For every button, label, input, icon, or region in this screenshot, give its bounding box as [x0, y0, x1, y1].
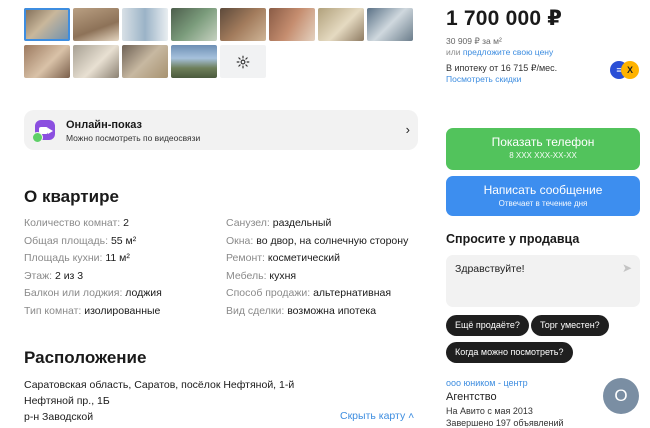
- address: Саратовская область, Саратов, посёлок Не…: [24, 377, 324, 425]
- property-row: Тип комнат: изолированные: [24, 303, 162, 321]
- property-value: альтернативная: [313, 287, 392, 299]
- show-phone-label: Показать телефон: [491, 135, 595, 149]
- phone-mask: 8 XXX XXX-XX-XX: [509, 151, 577, 160]
- property-value: раздельный: [272, 217, 332, 229]
- property-key: Количество комнат:: [24, 217, 124, 229]
- property-row: Вид сделки: возможна ипотека: [226, 303, 408, 321]
- address-line: Саратовская область, Саратов, посёлок Не…: [24, 379, 295, 391]
- property-row: Способ продажи: альтернативная: [226, 285, 408, 303]
- properties-right: Санузел: раздельный Окна: во двор, на со…: [226, 215, 408, 320]
- property-key: Балкон или лоджия:: [24, 287, 126, 299]
- property-value: во двор, на солнечную сторону: [256, 234, 409, 247]
- gallery-more-button[interactable]: [220, 45, 266, 78]
- seller-type: Агентство: [446, 391, 497, 403]
- gear-icon: [236, 55, 250, 68]
- gallery-row: [24, 8, 414, 41]
- about-heading: О квартире: [24, 187, 119, 206]
- quick-question-chip[interactable]: Торг уместен?: [531, 315, 609, 336]
- mortgage-info: В ипотеку от 16 715 ₽/мес.: [446, 63, 558, 73]
- properties-left: Количество комнат: 2 Общая площадь: 55 м…: [24, 215, 162, 320]
- property-value: лоджия: [125, 287, 162, 299]
- response-time: Отвечает в течение дня: [498, 199, 588, 208]
- property-key: Этаж:: [24, 269, 55, 282]
- gallery-thumbnail[interactable]: [24, 45, 70, 78]
- chevron-right-icon: ›: [405, 122, 410, 137]
- property-value: возможна ипотека: [287, 304, 377, 317]
- property-row: Количество комнат: 2: [24, 215, 162, 233]
- write-message-button[interactable]: Написать сообщение Отвечает в течение дн…: [446, 176, 640, 216]
- property-value: 2: [123, 217, 129, 229]
- property-key: Санузел:: [226, 217, 273, 229]
- property-row: Ремонт: косметический: [226, 250, 408, 268]
- district: р-н Заводской: [24, 411, 94, 423]
- property-key: Тип комнат:: [24, 304, 85, 317]
- gallery-thumbnail[interactable]: [122, 8, 168, 41]
- property-value: косметический: [267, 252, 340, 264]
- gallery-thumbnail[interactable]: [171, 8, 217, 41]
- property-row: Окна: во двор, на солнечную сторону: [226, 233, 408, 251]
- bank-logo-right: X: [621, 61, 639, 79]
- ask-seller-text: Здравствуйте!: [455, 263, 525, 275]
- property-row: Мебель: кухня: [226, 268, 408, 286]
- property-row: Общая площадь: 55 м²: [24, 233, 162, 251]
- gallery-thumbnail[interactable]: [24, 8, 70, 41]
- gallery-thumbnail[interactable]: [220, 8, 266, 41]
- property-row: Этаж: 2 из 3: [24, 268, 162, 286]
- property-key: Ремонт:: [226, 252, 268, 264]
- send-icon[interactable]: ➤: [622, 261, 632, 275]
- gallery-thumbnail[interactable]: [269, 8, 315, 41]
- bank-logo: ≡ X: [610, 61, 640, 79]
- show-phone-button[interactable]: Показать телефон 8 XXX XXX-XX-XX: [446, 128, 640, 170]
- price: 1 700 000 ₽: [446, 7, 563, 30]
- offer-prefix: или: [446, 47, 463, 57]
- location-heading: Расположение: [24, 348, 147, 367]
- gallery-thumbnail[interactable]: [318, 8, 364, 41]
- property-key: Вид сделки:: [226, 304, 288, 317]
- hide-map-link[interactable]: Скрыть карту ˄: [340, 410, 414, 422]
- property-value: 55 м²: [110, 234, 137, 247]
- gallery-row: [24, 45, 414, 78]
- ask-seller-input[interactable]: Здравствуйте! ➤: [446, 255, 640, 307]
- gallery-thumbnail[interactable]: [367, 8, 413, 41]
- gallery-thumbnail[interactable]: [122, 45, 168, 78]
- property-row: Санузел: раздельный: [226, 215, 408, 233]
- price-per-meter: 30 909 ₽ за м²: [446, 36, 502, 46]
- property-key: Общая площадь:: [24, 234, 111, 247]
- quick-question-chip[interactable]: Когда можно посмотреть?: [446, 342, 573, 363]
- write-message-label: Написать сообщение: [483, 183, 603, 197]
- quick-question-chip[interactable]: Ещё продаёте?: [446, 315, 529, 336]
- property-row: Балкон или лоджия: лоджия: [24, 285, 162, 303]
- seller-since: На Авито с мая 2013: [446, 406, 533, 416]
- online-view-title: Онлайн-показ: [66, 119, 142, 131]
- seller-avatar[interactable]: О: [603, 378, 639, 414]
- property-row: Площадь кухни: 11 м²: [24, 250, 162, 268]
- property-value: 11 м²: [105, 252, 130, 264]
- gallery-thumbnail[interactable]: [73, 45, 119, 78]
- seller-name-link[interactable]: ооо юником - центр: [446, 378, 528, 388]
- property-value: кухня: [269, 269, 297, 282]
- gallery-thumbnail[interactable]: [73, 8, 119, 41]
- offer-price-link[interactable]: предложите свою цену: [463, 47, 553, 57]
- property-key: Мебель:: [226, 269, 270, 282]
- gallery-thumbnail[interactable]: [171, 45, 217, 78]
- property-key: Площадь кухни:: [24, 252, 106, 264]
- property-value: изолированные: [84, 304, 161, 317]
- photo-gallery: [24, 8, 414, 82]
- ask-seller-heading: Спросите у продавца: [446, 232, 580, 246]
- online-view-banner[interactable]: Онлайн-показ Можно посмотреть по видеосв…: [24, 110, 418, 150]
- address-line: Нефтяной пр., 1Б: [24, 395, 110, 407]
- property-key: Окна:: [226, 234, 257, 247]
- video-call-icon: [32, 120, 55, 143]
- discounts-link[interactable]: Посмотреть скидки: [446, 74, 521, 84]
- online-view-subtitle: Можно посмотреть по видеосвязи: [66, 133, 201, 143]
- property-value: 2 из 3: [54, 269, 84, 282]
- offer-price: или предложите свою цену: [446, 47, 553, 57]
- property-key: Способ продажи:: [226, 287, 314, 299]
